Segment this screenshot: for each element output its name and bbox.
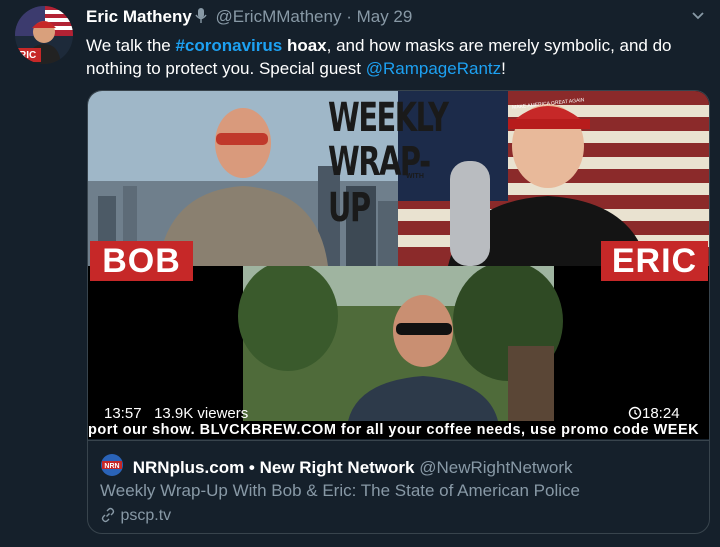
card-site-name: NRNplus.com • New Right Network — [132, 458, 415, 477]
elapsed-time: 13:57 — [104, 405, 142, 422]
card-domain-text: pscp.tv — [120, 507, 172, 524]
show-title-with: WITH — [406, 173, 424, 180]
card-site-handle: @NewRightNetwork — [419, 458, 573, 477]
tweet-header: Eric Matheny @EricMMatheny · May 29 — [86, 7, 412, 29]
card-title: Weekly Wrap-Up With Bob & Eric: The Stat… — [100, 481, 580, 500]
tweet-text-part: ! — [501, 59, 506, 78]
author-handle[interactable]: @EricMMatheny — [216, 7, 342, 26]
hashtag-link[interactable]: #coronavirus — [175, 36, 282, 55]
mention-link[interactable]: @RampageRantz — [366, 59, 501, 78]
tweet-bold-word: hoax — [286, 36, 327, 55]
replay-icon — [628, 405, 642, 422]
avatar-label: RIC — [19, 50, 37, 61]
separator-dot: · — [346, 7, 352, 26]
viewer-info: 13:57 13.9K viewers — [104, 405, 248, 422]
microphone-icon — [195, 8, 207, 29]
chevron-down-icon[interactable] — [690, 8, 706, 29]
duration: 18:24 — [628, 405, 680, 422]
show-title-line2: WRAP-UP — [328, 139, 431, 231]
card-source: NRN NRNplus.com • New Right Network @New… — [100, 453, 573, 482]
author-name[interactable]: Eric Matheny — [86, 7, 192, 26]
show-title: WEEKLY WRAP-UP WITH — [328, 95, 478, 231]
link-icon — [100, 507, 116, 524]
tweet-text-part: We talk the — [86, 36, 176, 55]
video-player[interactable]: WEEKLY WRAP-UP WITH MAKE AMERICA GREAT A… — [88, 91, 709, 439]
nrn-logo-text: NRN — [104, 463, 119, 470]
link-card[interactable]: WEEKLY WRAP-UP WITH MAKE AMERICA GREAT A… — [87, 90, 710, 534]
tweet-date[interactable]: May 29 — [357, 7, 413, 26]
nrn-logo-icon: NRN — [100, 453, 124, 482]
card-domain: pscp.tv — [100, 507, 171, 525]
news-ticker: port our show. BLVCKBREW.COM for all you… — [88, 421, 709, 439]
tweet-text: We talk the #coronavirus hoax, and how m… — [86, 34, 711, 80]
label-eric: ERIC — [601, 241, 708, 281]
card-meta[interactable]: NRN NRNplus.com • New Right Network @New… — [88, 440, 709, 533]
duration-value: 18:24 — [642, 405, 680, 422]
viewer-count: 13.9K viewers — [154, 405, 249, 422]
avatar[interactable]: RIC — [15, 6, 73, 64]
show-title-line1: WEEKLY — [328, 95, 449, 141]
label-bob: BOB — [90, 241, 193, 281]
